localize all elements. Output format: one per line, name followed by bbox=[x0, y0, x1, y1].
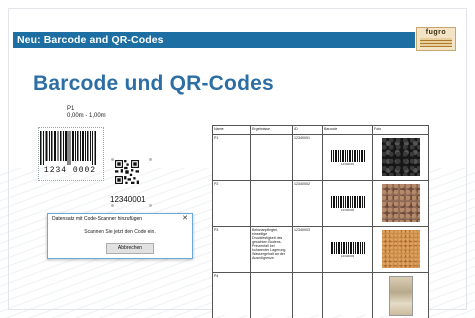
column-header: Name bbox=[212, 125, 251, 135]
cell-photo bbox=[372, 272, 429, 318]
cell-barcode: 12340001 bbox=[322, 134, 373, 181]
cell-result bbox=[250, 134, 293, 181]
barcode-icon bbox=[330, 196, 365, 208]
barcode-text: 12340001 bbox=[340, 162, 355, 166]
cell-id: 12340002 bbox=[292, 180, 323, 227]
cell-photo bbox=[372, 226, 429, 273]
page-title: Barcode und QR-Codes bbox=[33, 72, 274, 95]
header-title: Neu: Barcode and QR-Codes bbox=[17, 34, 164, 46]
qr-code-number: 12340001 bbox=[110, 195, 146, 204]
barcode-icon bbox=[330, 242, 365, 254]
fugro-logo: fugro bbox=[416, 27, 456, 51]
column-header: Barcode bbox=[322, 125, 373, 135]
cell-id: 12340003 bbox=[292, 226, 323, 273]
barcode-text: 12340002 bbox=[340, 208, 355, 212]
cell-name: P1 bbox=[212, 134, 251, 181]
barcode-icon bbox=[330, 150, 365, 162]
column-header: Ergebnisse bbox=[250, 125, 293, 135]
cell-result: Betonanpflegtel, einseitige Druckfestigk… bbox=[250, 226, 293, 273]
close-icon[interactable]: ✕ bbox=[182, 214, 188, 222]
dialog-title: Datensatz mit Code-Scanner hinzufügen bbox=[52, 216, 143, 222]
sample-depth-label: 0,00m - 1,00m bbox=[67, 113, 106, 119]
logo-graphic bbox=[420, 38, 452, 47]
cell-id bbox=[292, 272, 323, 318]
cell-name: P2 bbox=[212, 180, 251, 227]
sample-table: Name Ergebnisse ID Barcode Foto P1 12340… bbox=[212, 125, 429, 318]
cell-name: P4 bbox=[212, 272, 251, 318]
barcode-icon bbox=[40, 131, 96, 165]
scanner-dialog: Datensatz mit Code-Scanner hinzufügen ✕ … bbox=[47, 213, 193, 259]
cell-barcode bbox=[322, 272, 373, 318]
cell-barcode: 12340002 bbox=[322, 180, 373, 227]
table-header-row: Name Ergebnisse ID Barcode Foto bbox=[212, 125, 429, 135]
column-header: Foto bbox=[372, 125, 429, 135]
cell-photo bbox=[372, 180, 429, 227]
cell-result bbox=[250, 180, 293, 227]
table-row[interactable]: P4 bbox=[212, 272, 429, 318]
cell-id: 12340001 bbox=[292, 134, 323, 181]
table-row[interactable]: P1 12340001 12340001 bbox=[212, 134, 429, 181]
column-header: ID bbox=[292, 125, 323, 135]
qr-handle bbox=[111, 158, 114, 161]
slide: Neu: Barcode and QR-Codes fugro Barcode … bbox=[0, 0, 475, 318]
logo-text: fugro bbox=[425, 29, 447, 36]
cell-name: P3 bbox=[212, 226, 251, 273]
cell-result bbox=[250, 272, 293, 318]
qr-handle bbox=[111, 204, 114, 207]
barcode-number: 1234 0002 bbox=[43, 166, 97, 175]
table-row[interactable]: P3 Betonanpflegtel, einseitige Druckfest… bbox=[212, 226, 429, 273]
qr-code-icon[interactable] bbox=[115, 160, 139, 184]
qr-handle bbox=[149, 158, 152, 161]
cancel-button[interactable]: Abbrechen bbox=[106, 243, 154, 254]
cell-photo bbox=[372, 134, 429, 181]
cell-barcode: 12340003 bbox=[322, 226, 373, 273]
sample-photo bbox=[381, 184, 420, 222]
qr-handle bbox=[149, 204, 152, 207]
dialog-message: Scannen Sie jetzt den Code ein. bbox=[84, 229, 156, 235]
sample-photo bbox=[381, 230, 420, 268]
sample-point-label: P1 bbox=[67, 106, 75, 112]
sample-photo bbox=[388, 276, 413, 316]
table-row[interactable]: P2 12340002 12340002 bbox=[212, 180, 429, 227]
barcode-text: 12340003 bbox=[340, 254, 355, 258]
sample-photo bbox=[381, 138, 420, 176]
